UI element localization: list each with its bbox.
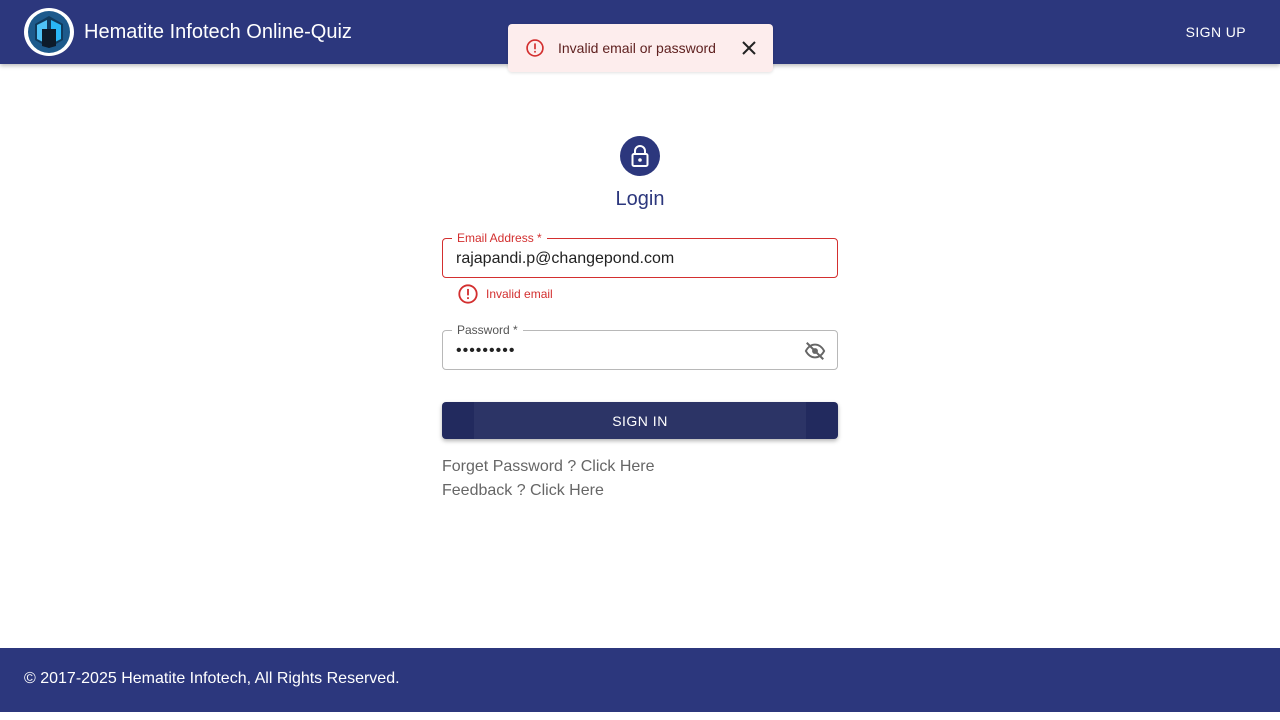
visibility-off-icon — [804, 342, 826, 360]
sign-in-button[interactable]: SIGN IN — [442, 402, 838, 439]
lock-avatar — [620, 136, 660, 176]
lock-icon — [631, 145, 649, 167]
alert-message: Invalid email or password — [558, 40, 716, 56]
error-alert: Invalid email or password — [508, 24, 773, 72]
footer: © 2017-2025 Hematite Infotech, All Right… — [0, 648, 1280, 712]
close-icon — [742, 41, 756, 55]
email-label: Email Address * — [452, 230, 547, 246]
password-label: Password * — [452, 322, 523, 338]
app-title: Hematite Infotech Online-Quiz — [84, 21, 352, 43]
login-title: Login — [615, 188, 665, 210]
error-outline-icon — [458, 284, 478, 304]
email-field[interactable]: Email Address * rajapandi.p@changepond.c… — [442, 230, 838, 278]
email-error-helper: Invalid email — [457, 283, 553, 305]
toggle-password-visibility-button[interactable] — [803, 339, 827, 363]
copyright-text: © 2017-2025 Hematite Infotech, All Right… — [24, 670, 400, 687]
hexagon-logo-icon — [24, 8, 74, 56]
sign-up-button[interactable]: SIGN UP — [1186, 24, 1246, 40]
email-input[interactable]: rajapandi.p@changepond.com — [456, 249, 797, 269]
sign-in-label: SIGN IN — [612, 412, 668, 429]
close-alert-button[interactable] — [737, 36, 761, 60]
error-outline-icon — [526, 39, 544, 57]
password-field[interactable]: Password * ••••••••• — [442, 322, 838, 370]
password-input[interactable]: ••••••••• — [456, 341, 797, 361]
email-error-text: Invalid email — [486, 287, 553, 301]
forget-password-link[interactable]: Forget Password ? Click Here — [442, 457, 655, 477]
feedback-link[interactable]: Feedback ? Click Here — [442, 481, 604, 501]
